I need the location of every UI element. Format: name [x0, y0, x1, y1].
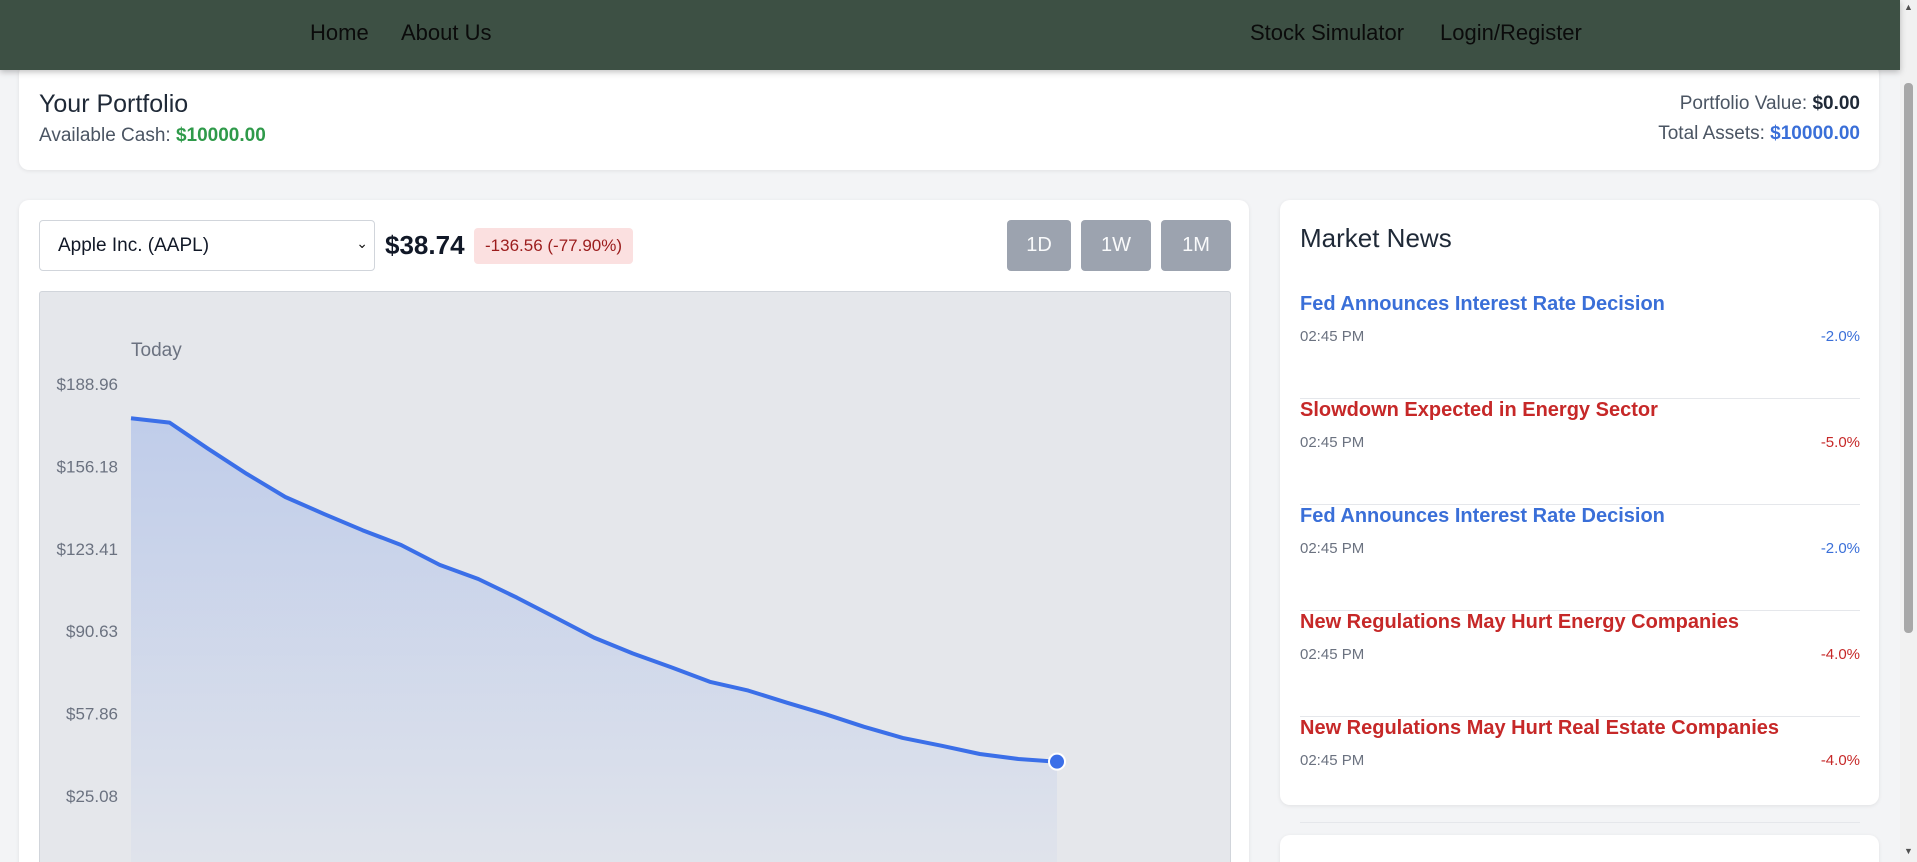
news-change: -2.0%	[1820, 328, 1860, 345]
y-tick-label: $90.63	[66, 622, 118, 641]
y-tick-label: $123.41	[57, 540, 118, 559]
portfolio-title: Your Portfolio	[39, 90, 189, 118]
scrollbar-thumb[interactable]	[1904, 83, 1913, 633]
news-change: -5.0%	[1820, 434, 1860, 451]
stock-price: $38.74	[385, 230, 465, 260]
scroll-up-arrow-icon[interactable]: ▲	[1904, 2, 1913, 12]
news-time: 02:45 PM	[1300, 752, 1365, 769]
news-time: 02:45 PM	[1300, 646, 1365, 663]
total-assets: Total Assets: $10000.00	[1658, 123, 1860, 145]
news-headline[interactable]: Fed Announces Interest Rate Decision	[1300, 505, 1665, 528]
last-price-point[interactable]	[1048, 752, 1066, 771]
news-headline[interactable]: New Regulations May Hurt Energy Companie…	[1300, 611, 1739, 634]
news-item[interactable]: Fed Announces Interest Rate Decision 02:4…	[1300, 293, 1860, 399]
news-item[interactable]: New Regulations May Hurt Real Estate Com…	[1300, 717, 1860, 823]
timeframe-1m-button[interactable]: 1M	[1161, 220, 1231, 271]
price-change-badge: -136.56 (-77.90%)	[474, 228, 634, 264]
nav-about-link[interactable]: About Us	[401, 20, 492, 46]
news-time: 02:45 PM	[1300, 434, 1365, 451]
secondary-card	[1280, 835, 1879, 862]
news-item[interactable]: Slowdown Expected in Energy Sector 02:45 …	[1300, 399, 1860, 505]
price-chart: Today $188.96 $156.18 $123.41 $90.63 $57.86 $…	[39, 291, 1231, 862]
portfolio-value-amount: $0.00	[1812, 93, 1860, 114]
news-headline[interactable]: New Regulations May Hurt Real Estate Com…	[1300, 717, 1779, 740]
y-tick-label: $156.18	[57, 457, 118, 476]
total-assets-amount: $10000.00	[1770, 123, 1860, 144]
page-scrollbar[interactable]: ▲ ▼	[1900, 0, 1917, 862]
portfolio-value: Portfolio Value: $0.00	[1680, 93, 1860, 115]
nav-login-register-link[interactable]: Login/Register	[1440, 20, 1582, 46]
y-tick-label: $25.08	[66, 787, 118, 806]
y-tick-label: $57.86	[66, 705, 118, 724]
portfolio-value-label: Portfolio Value:	[1679, 93, 1808, 114]
portfolio-summary-card: Your Portfolio Available Cash: $10000.00…	[19, 64, 1879, 170]
total-assets-label: Total Assets:	[1658, 123, 1765, 144]
top-navbar: Home About Us Stock Simulator Login/Regi…	[0, 0, 1900, 70]
price-area	[131, 418, 1057, 862]
news-item[interactable]: Fed Announces Interest Rate Decision 02:4…	[1300, 505, 1860, 611]
available-cash-label: Available Cash:	[39, 125, 171, 146]
news-headline[interactable]: Slowdown Expected in Energy Sector	[1300, 399, 1658, 422]
nav-stock-simulator-link[interactable]: Stock Simulator	[1250, 20, 1404, 46]
y-tick-label: $188.96	[57, 375, 118, 394]
market-news-card: Market News Fed Announces Interest Rate …	[1280, 200, 1879, 823]
price-chart-svg: Today $188.96 $156.18 $123.41 $90.63 $57.86 $…	[57, 340, 1066, 862]
news-headline[interactable]: Fed Announces Interest Rate Decision	[1300, 293, 1665, 316]
news-time: 02:45 PM	[1300, 328, 1365, 345]
news-change: -2.0%	[1820, 540, 1860, 557]
timeframe-1w-button[interactable]: 1W	[1081, 220, 1151, 271]
available-cash: Available Cash: $10000.00	[39, 125, 266, 147]
stock-chart-card: Apple Inc. (AAPL) ⌄ $38.74 -136.56 (-77.…	[19, 200, 1249, 862]
chart-title: Today	[131, 340, 182, 361]
available-cash-value: $10000.00	[175, 125, 266, 146]
stock-select-value: Apple Inc. (AAPL)	[58, 235, 210, 256]
stock-select-dropdown[interactable]: Apple Inc. (AAPL) ⌄	[39, 220, 375, 271]
news-time: 02:45 PM	[1300, 540, 1365, 557]
timeframe-1d-button[interactable]: 1D	[1007, 220, 1071, 271]
scroll-down-arrow-icon[interactable]: ▼	[1904, 846, 1913, 856]
news-change: -4.0%	[1820, 752, 1860, 769]
chevron-down-icon: ⌄	[356, 235, 368, 251]
market-news-title: Market News	[1300, 223, 1452, 253]
news-change: -4.0%	[1820, 646, 1860, 663]
nav-home-link[interactable]: Home	[310, 20, 369, 46]
news-item[interactable]: New Regulations May Hurt Energy Companie…	[1300, 611, 1860, 717]
